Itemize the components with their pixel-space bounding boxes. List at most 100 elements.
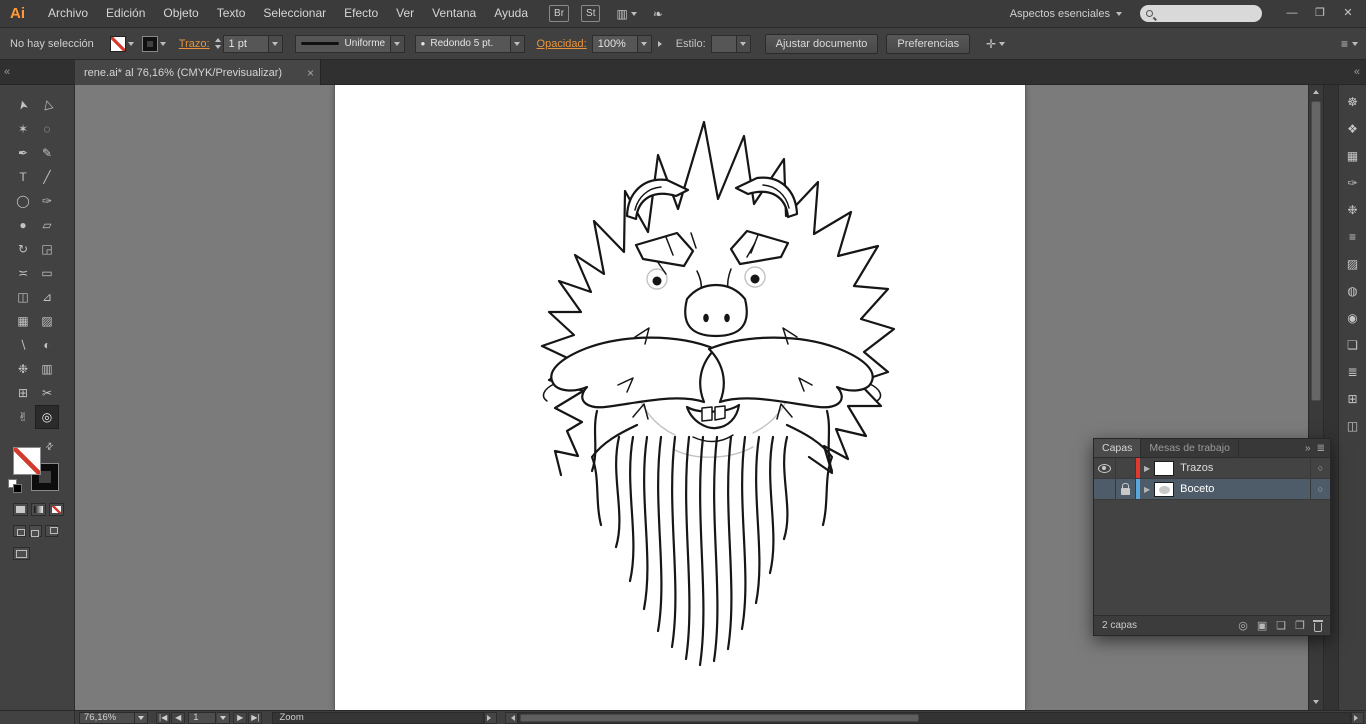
draw-inside-icon[interactable] xyxy=(45,525,58,537)
lasso-tool[interactable]: ◌ xyxy=(35,117,59,141)
pencil-tool[interactable]: ✎ xyxy=(35,141,59,165)
graphic-styles-panel-icon[interactable]: ❏ xyxy=(1339,334,1366,356)
artboard-dropdown-button[interactable] xyxy=(217,711,231,724)
swap-fill-stroke-icon[interactable]: ⇄ xyxy=(43,440,56,453)
free-transform-tool[interactable]: ▭ xyxy=(35,261,59,285)
color-button[interactable] xyxy=(13,503,28,516)
appearance-panel-icon[interactable]: ◉ xyxy=(1339,307,1366,329)
panel-menu-icon[interactable]: ≣ xyxy=(1317,443,1325,454)
width-profile-dropdown[interactable]: Uniforme xyxy=(294,34,391,53)
arrange-documents-button[interactable]: ▥ xyxy=(616,7,637,21)
fill-color-dropdown[interactable] xyxy=(109,35,134,52)
layers-panel-icon[interactable]: ≣ xyxy=(1339,361,1366,383)
lock-toggle[interactable] xyxy=(1116,479,1136,499)
new-layer-icon[interactable]: ❐ xyxy=(1295,619,1305,632)
artboard-tool[interactable]: ⊞ xyxy=(11,381,35,405)
blend-tool[interactable]: ◐ xyxy=(35,333,59,357)
stroke-weight-dropdown-button[interactable] xyxy=(268,34,283,53)
scroll-up-button[interactable] xyxy=(1309,85,1323,99)
collapse-tool-panel-button[interactable]: « xyxy=(4,65,10,79)
artboard-number-field[interactable]: 1 xyxy=(188,711,217,724)
vertical-scrollbar-thumb[interactable] xyxy=(1311,101,1321,401)
menu-ayuda[interactable]: Ayuda xyxy=(485,0,537,27)
eraser-tool[interactable]: ▱ xyxy=(35,213,59,237)
brush-definition-dropdown-button[interactable] xyxy=(510,34,525,53)
zoom-dropdown-button[interactable] xyxy=(135,711,148,724)
width-profile-dropdown-button[interactable] xyxy=(390,34,405,53)
transparency-panel-icon[interactable]: ◍ xyxy=(1339,280,1366,302)
mesh-tool[interactable]: ▦ xyxy=(11,309,35,333)
last-artboard-button[interactable]: ▶| xyxy=(248,711,263,724)
menu-seleccionar[interactable]: Seleccionar xyxy=(254,0,335,27)
draw-behind-icon[interactable] xyxy=(29,525,42,537)
clipping-mask-icon[interactable]: ▣ xyxy=(1257,619,1267,632)
horizontal-scrollbar-track[interactable] xyxy=(518,711,1351,724)
stroke-weight-stepper[interactable] xyxy=(214,35,221,52)
minimize-button[interactable]: — xyxy=(1278,0,1306,27)
opacity-panel-arrow-icon[interactable] xyxy=(657,40,665,47)
gradient-tool[interactable]: ▨ xyxy=(35,309,59,333)
lock-toggle[interactable] xyxy=(1116,458,1136,478)
stroke-color-dropdown[interactable] xyxy=(141,35,166,52)
scroll-left-button[interactable] xyxy=(505,711,519,724)
artboard[interactable] xyxy=(334,85,1026,710)
control-bar-menu-button[interactable]: ≡ xyxy=(1341,37,1358,51)
type-tool[interactable]: T xyxy=(11,165,35,189)
layer-target-icon[interactable]: ○ xyxy=(1310,458,1330,478)
style-dropdown-button[interactable] xyxy=(736,34,751,53)
eyedropper-tool[interactable]: ∖ xyxy=(11,333,35,357)
visibility-toggle[interactable] xyxy=(1094,479,1116,499)
collapse-dock-button[interactable]: « xyxy=(1354,65,1360,79)
slice-tool[interactable]: ✂ xyxy=(35,381,59,405)
rotate-tool[interactable]: ↻ xyxy=(11,237,35,261)
next-artboard-button[interactable]: ▶ xyxy=(233,711,248,724)
layer-row-boceto[interactable]: ▶ Boceto ○ xyxy=(1094,479,1330,500)
fit-document-button[interactable]: Ajustar documento xyxy=(764,33,879,54)
tab-close-icon[interactable]: × xyxy=(307,66,314,80)
gradient-panel-icon[interactable]: ▨ xyxy=(1339,253,1366,275)
fill-color-well[interactable] xyxy=(13,447,41,475)
magic-wand-tool[interactable]: ✶ xyxy=(11,117,35,141)
draw-normal-icon[interactable] xyxy=(13,525,26,537)
panel-options-button[interactable]: ✛ xyxy=(986,37,1006,51)
column-graph-tool[interactable]: ▥ xyxy=(35,357,59,381)
workspace-switcher[interactable]: Aspectos esenciales xyxy=(1010,8,1122,20)
brushes-panel-icon[interactable]: ✑ xyxy=(1339,172,1366,194)
gradient-button[interactable] xyxy=(31,503,46,516)
zoom-level-field[interactable]: 76,16% xyxy=(79,711,135,724)
search-box[interactable] xyxy=(1140,5,1262,22)
locate-object-icon[interactable]: ◎ xyxy=(1238,619,1248,632)
visibility-toggle[interactable] xyxy=(1094,458,1116,478)
menu-edicion[interactable]: Edición xyxy=(97,0,154,27)
menu-ver[interactable]: Ver xyxy=(387,0,423,27)
color-panel-icon[interactable]: ☸ xyxy=(1339,91,1366,113)
layer-target-icon[interactable]: ○ xyxy=(1310,479,1330,499)
opacity-field[interactable]: 100% xyxy=(591,34,638,53)
zoom-tool[interactable]: ◎ xyxy=(35,405,59,429)
previous-artboard-button[interactable]: ◀ xyxy=(171,711,186,724)
delete-layer-icon[interactable] xyxy=(1313,619,1323,632)
navigator-panel-icon[interactable]: ◫ xyxy=(1339,415,1366,437)
scale-tool[interactable]: ◲ xyxy=(35,237,59,261)
paintbrush-tool[interactable]: ✑ xyxy=(35,189,59,213)
opacity-panel-link[interactable]: Opacidad: xyxy=(537,38,587,50)
menu-objeto[interactable]: Objeto xyxy=(154,0,207,27)
ellipse-tool[interactable]: ◯ xyxy=(11,189,35,213)
layer-row-trazos[interactable]: ▶ Trazos ○ xyxy=(1094,458,1330,479)
expand-triangle-icon[interactable]: ▶ xyxy=(1144,485,1150,494)
shape-builder-tool[interactable]: ◫ xyxy=(11,285,35,309)
menu-ventana[interactable]: Ventana xyxy=(423,0,485,27)
symbol-sprayer-tool[interactable]: ❉ xyxy=(11,357,35,381)
style-dropdown[interactable] xyxy=(710,34,737,53)
width-tool[interactable]: ≍ xyxy=(11,261,35,285)
screen-mode-button[interactable] xyxy=(13,547,30,560)
tab-mesas-de-trabajo[interactable]: Mesas de trabajo xyxy=(1141,439,1239,457)
panel-collapse-icon[interactable]: » xyxy=(1305,443,1311,454)
scroll-down-button[interactable] xyxy=(1309,696,1323,710)
pen-tool[interactable]: ✒ xyxy=(11,141,35,165)
horizontal-scrollbar-thumb[interactable] xyxy=(520,713,920,722)
stock-button[interactable]: St xyxy=(581,5,601,22)
scroll-right-button[interactable] xyxy=(1351,711,1364,724)
search-input[interactable] xyxy=(1159,7,1249,20)
preferences-button[interactable]: Preferencias xyxy=(886,33,971,54)
